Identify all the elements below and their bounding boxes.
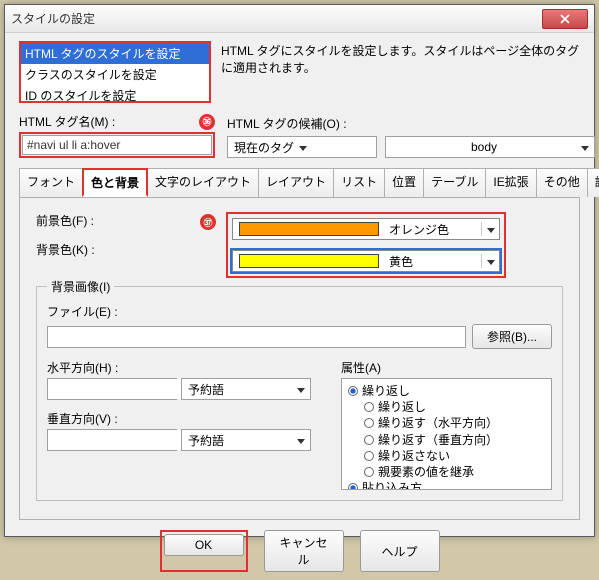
help-button[interactable]: ヘルプ xyxy=(360,530,440,572)
candidate-tag-select[interactable]: body xyxy=(385,136,595,158)
tab-layout[interactable]: レイアウト xyxy=(258,168,334,197)
chevron-down-icon xyxy=(292,382,310,396)
h-unit-select[interactable]: 予約語 xyxy=(181,378,311,400)
radio-repeat-y[interactable] xyxy=(364,435,374,445)
tab-ie[interactable]: IE拡張 xyxy=(485,168,536,197)
style-type-item-html[interactable]: HTML タグのスタイルを設定 xyxy=(21,43,209,64)
tab-desc[interactable]: 説明 xyxy=(587,168,599,197)
h-unit-text: 予約語 xyxy=(188,381,224,398)
v-value-spin[interactable]: ▲▼ xyxy=(47,429,177,451)
bg-color-select[interactable]: 黄色 xyxy=(232,250,500,272)
v-unit-text: 予約語 xyxy=(188,432,224,449)
h-value-spin[interactable]: ▲▼ xyxy=(47,378,177,400)
tab-table[interactable]: テーブル xyxy=(423,168,486,197)
chevron-down-icon xyxy=(292,433,310,447)
radio-repeat-group[interactable] xyxy=(348,386,358,396)
tab-position[interactable]: 位置 xyxy=(384,168,424,197)
bg-image-legend: 背景画像(I) xyxy=(47,278,114,295)
tab-strip: フォント 色と背景 文字のレイアウト レイアウト リスト 位置 テーブル IE拡… xyxy=(19,168,580,198)
fg-color-label: 前景色(F) : xyxy=(36,212,186,229)
fg-color-select[interactable]: オレンジ色 xyxy=(232,218,500,240)
candidate-scope-value: 現在のタグ xyxy=(234,139,294,156)
window-title: スタイルの設定 xyxy=(11,10,542,27)
color-selects-highlight: オレンジ色 黄色 xyxy=(226,212,506,278)
h-dir-label: 水平方向(H) : xyxy=(47,359,327,376)
style-settings-dialog: スタイルの設定 HTML タグのスタイルを設定 クラスのスタイルを設定 ID の… xyxy=(4,4,595,537)
tag-name-highlight xyxy=(19,132,215,158)
radio-no-repeat[interactable] xyxy=(364,451,374,461)
radio-attach-group[interactable] xyxy=(348,483,358,490)
candidate-scope-select[interactable]: 現在のタグ xyxy=(227,136,377,158)
cancel-button[interactable]: キャンセル xyxy=(264,530,344,572)
repeat-group-label: 繰り返し xyxy=(362,383,410,399)
chevron-down-icon xyxy=(294,140,312,154)
bg-color-text: 黄色 xyxy=(385,253,481,270)
inherit-label: 親要素の値を継承 xyxy=(378,464,474,480)
candidate-label: HTML タグの候補(O) : xyxy=(227,115,595,132)
style-type-item-class[interactable]: クラスのスタイルを設定 xyxy=(21,64,209,85)
bg-swatch xyxy=(239,254,379,268)
attr-label: 属性(A) xyxy=(341,359,552,376)
marker-36: ㊱ xyxy=(199,114,215,130)
titlebar[interactable]: スタイルの設定 xyxy=(5,5,594,33)
no-repeat-label: 繰り返さない xyxy=(378,448,450,464)
marker-37: ㊲ xyxy=(200,214,216,230)
attr-tree[interactable]: 繰り返し 繰り返し 繰り返す（水平方向） 繰り返す（垂直方向） 繰り返さない 親… xyxy=(341,378,552,490)
file-label: ファイル(E) : xyxy=(47,303,552,320)
color-bg-panel: 前景色(F) : 背景色(K) : ㊲ オレンジ色 黄色 xyxy=(19,198,580,520)
tab-other[interactable]: その他 xyxy=(536,168,588,197)
fg-color-text: オレンジ色 xyxy=(385,221,481,238)
tab-font[interactable]: フォント xyxy=(19,168,83,197)
repeat-y-label: 繰り返す（垂直方向） xyxy=(378,432,498,448)
fg-swatch xyxy=(239,222,379,236)
candidate-tag-value: body xyxy=(392,140,576,154)
tab-list[interactable]: リスト xyxy=(333,168,385,197)
tag-name-input[interactable] xyxy=(22,135,212,155)
bg-color-label: 背景色(K) : xyxy=(36,241,186,258)
chevron-down-icon xyxy=(576,140,594,154)
ok-highlight: OK xyxy=(160,530,248,572)
v-dir-label: 垂直方向(V) : xyxy=(47,410,327,427)
style-type-list[interactable]: HTML タグのスタイルを設定 クラスのスタイルを設定 ID のスタイルを設定 xyxy=(19,41,211,103)
file-input[interactable] xyxy=(47,326,466,348)
repeat-x-label: 繰り返す（水平方向） xyxy=(378,415,498,431)
close-button[interactable] xyxy=(542,9,588,29)
chevron-down-icon xyxy=(481,222,499,236)
v-unit-select[interactable]: 予約語 xyxy=(181,429,311,451)
chevron-down-icon xyxy=(481,254,499,268)
close-icon xyxy=(560,14,570,24)
radio-repeat-x[interactable] xyxy=(364,418,374,428)
tab-text-layout[interactable]: 文字のレイアウト xyxy=(147,168,259,197)
tag-name-label: HTML タグ名(M) : xyxy=(19,113,115,130)
ok-button[interactable]: OK xyxy=(164,534,244,556)
repeat-label: 繰り返し xyxy=(378,399,426,415)
radio-inherit[interactable] xyxy=(364,467,374,477)
bg-image-group: 背景画像(I) ファイル(E) : 参照(B)... 水平方向(H) : ▲▼ xyxy=(36,278,563,501)
style-type-item-id[interactable]: ID のスタイルを設定 xyxy=(21,85,209,103)
dialog-buttons: OK キャンセル ヘルプ xyxy=(19,530,580,572)
attach-group-label: 貼り込み方 xyxy=(362,480,422,490)
tab-color-bg[interactable]: 色と背景 xyxy=(82,168,148,197)
radio-repeat[interactable] xyxy=(364,402,374,412)
browse-button[interactable]: 参照(B)... xyxy=(472,324,552,349)
description-text: HTML タグにスタイルを設定します。スタイルはページ全体のタグに適用されます。 xyxy=(221,41,580,103)
